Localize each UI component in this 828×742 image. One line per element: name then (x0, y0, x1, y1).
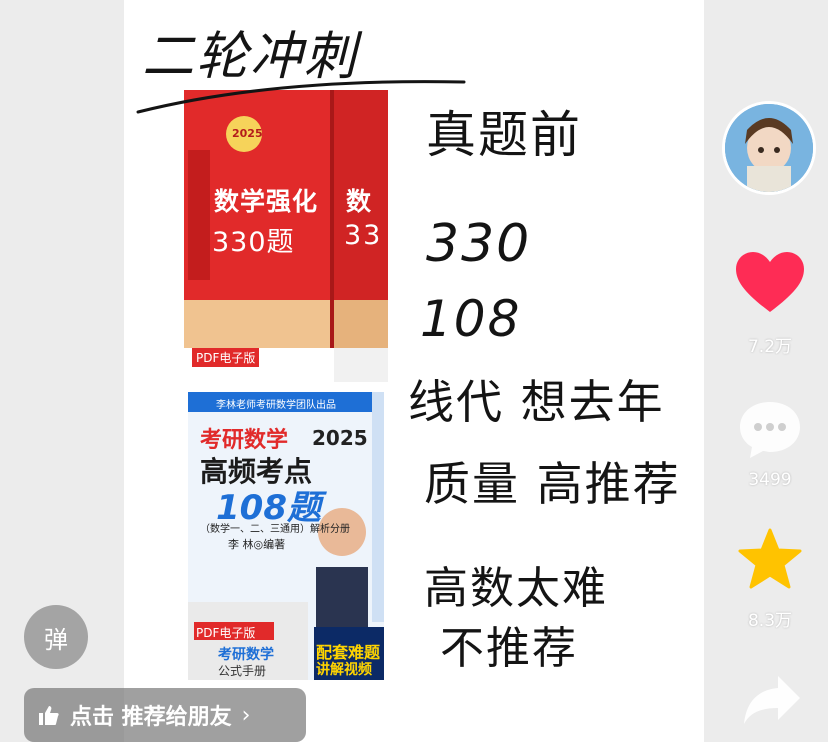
note-line-3: 108 (420, 290, 522, 348)
note-line-4: 线代 想去年 (408, 375, 665, 429)
comment-count: 3499 (748, 470, 792, 490)
like-count: 7.2万 (747, 337, 793, 357)
note-line-5: 质量 高推荐 (424, 457, 681, 511)
author-avatar[interactable] (722, 101, 816, 195)
note-line-6: 高数太难 (424, 563, 608, 614)
danmu-label: 弹 (44, 625, 68, 654)
recommend-to-friend-button[interactable]: 点击 推荐给朋友 › (24, 688, 306, 742)
favorite-count: 8.3万 (747, 611, 793, 631)
comment-icon[interactable] (738, 400, 802, 460)
note-line-7: 不推荐 (440, 623, 578, 674)
note-image: 2025 数学强化 330题 PDF电子版 数 33 李林老师考研数学团队出品 … (124, 0, 704, 742)
heart-icon[interactable] (736, 252, 804, 314)
thumbs-up-icon (39, 706, 59, 725)
share-icon[interactable] (742, 674, 802, 726)
danmu-toggle-button[interactable]: 弹 (24, 605, 88, 669)
star-icon[interactable] (738, 528, 802, 590)
note-line-1: 真题前 (426, 106, 582, 164)
recommend-label: 点击 推荐给朋友 (70, 705, 232, 730)
note-line-2: 330 (426, 214, 532, 274)
chevron-right-icon: › (241, 702, 251, 728)
